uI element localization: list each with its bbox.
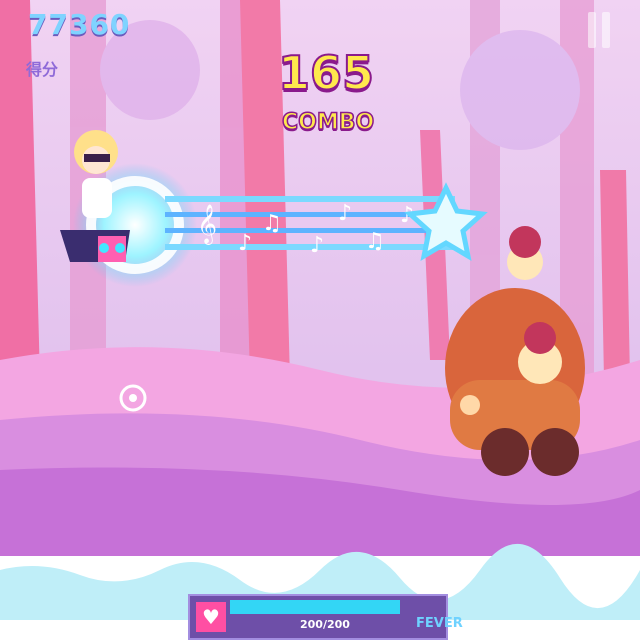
- svg-text:♫: ♫: [365, 229, 385, 254]
- combo-count: 165: [277, 45, 375, 101]
- score-label: 得分: [26, 60, 59, 79]
- pause-button[interactable]: [588, 12, 614, 48]
- fever-label: FEVER: [416, 616, 463, 631]
- svg-text:♪: ♪: [238, 231, 252, 256]
- fever-value: 200/200: [300, 618, 350, 631]
- svg-text:♪: ♪: [338, 201, 352, 226]
- score-value: 77360: [28, 8, 131, 41]
- svg-text:𝄞: 𝄞: [197, 204, 217, 245]
- pause-icon-bar: [602, 12, 610, 48]
- fever-track: [230, 600, 400, 614]
- fever-bar: ♥ 200/200 FEVER: [188, 594, 463, 640]
- svg-text:♪: ♪: [310, 233, 324, 258]
- heart-icon: ♥: [196, 602, 226, 632]
- svg-text:♫: ♫: [262, 211, 282, 236]
- fever-fill: [230, 600, 400, 614]
- pause-icon: [588, 12, 596, 48]
- combo-label: COMBO: [281, 109, 375, 136]
